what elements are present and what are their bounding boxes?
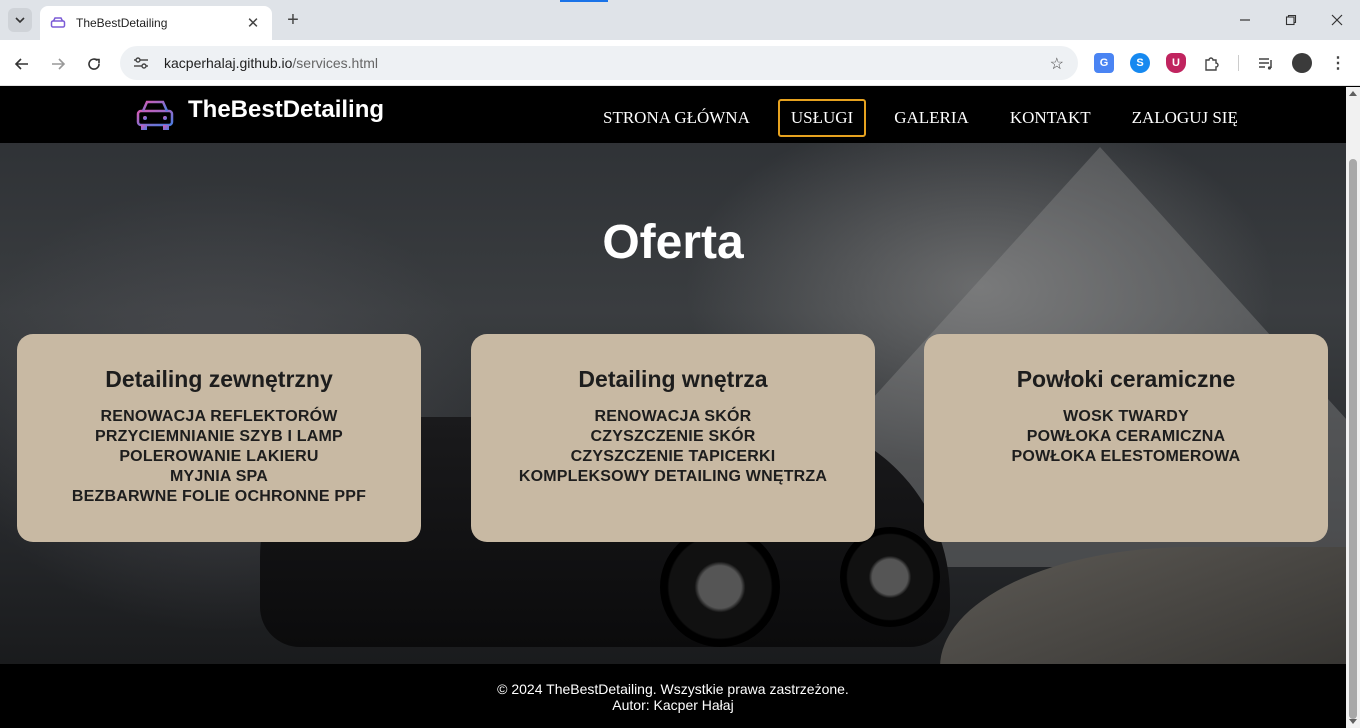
- site-header: TheBestDetailing STRONA GŁÓWNA USŁUGI GA…: [0, 87, 1346, 143]
- browser-toolbar: kacperhalaj.github.io/services.html ☆ G …: [0, 40, 1360, 86]
- service-item: POWŁOKA ELESTOMEROWA: [1011, 448, 1241, 465]
- hero-car-wheel: [840, 527, 940, 627]
- service-item: KOMPLEKSOWY DETAILING WNĘTRZA: [518, 468, 828, 485]
- scroll-down-icon[interactable]: [1349, 719, 1357, 724]
- tune-icon[interactable]: [132, 54, 150, 72]
- tab-indicator: [560, 0, 608, 2]
- nav-link-contact[interactable]: KONTAKT: [997, 99, 1104, 137]
- browser-tabstrip: TheBestDetailing ✕ +: [0, 0, 1360, 40]
- nav-link-login[interactable]: ZALOGUJ SIĘ: [1119, 99, 1251, 137]
- url-text: kacperhalaj.github.io/services.html: [164, 55, 378, 71]
- translate-icon[interactable]: G: [1094, 53, 1114, 73]
- service-item: POLEROWANIE LAKIERU: [119, 448, 319, 465]
- site-logo-text[interactable]: TheBestDetailing: [188, 96, 384, 124]
- tab-title: TheBestDetailing: [76, 16, 168, 30]
- page-viewport: TheBestDetailing STRONA GŁÓWNA USŁUGI GA…: [0, 87, 1346, 728]
- kebab-menu-icon[interactable]: ⋮: [1328, 53, 1348, 73]
- service-item: BEZBARWNE FOLIE OCHRONNE PPF: [71, 488, 367, 505]
- star-icon[interactable]: ☆: [1050, 54, 1064, 74]
- car-favicon-icon: [50, 17, 66, 28]
- chevron-down-icon[interactable]: [8, 8, 32, 32]
- car-logo-icon[interactable]: [135, 97, 175, 133]
- reload-icon[interactable]: [82, 52, 106, 76]
- arrow-left-icon[interactable]: [10, 52, 34, 76]
- card-title: Detailing zewnętrzny: [105, 366, 333, 392]
- service-list: RENOWACJA REFLEKTORÓW PRZYCIEMNIANIE SZY…: [17, 407, 421, 507]
- close-icon[interactable]: ✕: [244, 14, 262, 32]
- service-item: PRZYCIEMNIANIE SZYB I LAMP: [95, 428, 343, 445]
- service-item: RENOWACJA SKÓR: [594, 408, 752, 425]
- card-title: Powłoki ceramiczne: [1016, 366, 1236, 392]
- address-bar[interactable]: kacperhalaj.github.io/services.html ☆: [120, 46, 1078, 80]
- page-scrollbar[interactable]: [1346, 87, 1360, 728]
- main-nav: STRONA GŁÓWNA USŁUGI GALERIA KONTAKT ZAL…: [590, 99, 1266, 137]
- close-window-icon[interactable]: [1322, 8, 1352, 32]
- browser-tab[interactable]: TheBestDetailing ✕: [40, 6, 272, 40]
- scrollbar-thumb[interactable]: [1349, 159, 1357, 719]
- avatar[interactable]: [1292, 53, 1312, 73]
- arrow-right-icon[interactable]: [46, 52, 70, 76]
- service-card-ceramic: Powłoki ceramiczne WOSK TWARDY POWŁOKA C…: [924, 334, 1328, 542]
- shield-icon[interactable]: U: [1166, 53, 1186, 73]
- service-item: RENOWACJA REFLEKTORÓW: [100, 408, 338, 425]
- minimize-icon[interactable]: [1230, 8, 1260, 32]
- footer-author: Autor: Kacper Hałaj: [612, 697, 734, 713]
- media-control-icon[interactable]: [1256, 53, 1276, 73]
- card-title: Detailing wnętrza: [578, 366, 768, 392]
- restore-icon[interactable]: [1276, 8, 1306, 32]
- hero-car-wheel: [660, 527, 780, 647]
- shazam-icon[interactable]: S: [1130, 53, 1150, 73]
- service-card-interior: Detailing wnętrza RENOWACJA SKÓR CZYSZCZ…: [471, 334, 875, 542]
- page-title: Oferta: [602, 216, 744, 269]
- nav-link-gallery[interactable]: GALERIA: [881, 99, 982, 137]
- service-item: CZYSZCZENIE TAPICERKI: [570, 448, 776, 465]
- nav-link-services[interactable]: USŁUGI: [777, 99, 867, 137]
- toolbar-separator: [1238, 55, 1239, 71]
- scroll-up-icon[interactable]: [1349, 91, 1357, 96]
- site-footer: © 2024 TheBestDetailing. Wszystkie prawa…: [0, 664, 1346, 728]
- footer-copyright: © 2024 TheBestDetailing. Wszystkie prawa…: [497, 681, 849, 697]
- nav-link-home[interactable]: STRONA GŁÓWNA: [590, 99, 763, 137]
- puzzle-icon[interactable]: [1202, 53, 1222, 73]
- service-item: CZYSZCZENIE SKÓR: [590, 428, 756, 445]
- service-list: RENOWACJA SKÓR CZYSZCZENIE SKÓR CZYSZCZE…: [471, 407, 875, 487]
- service-item: WOSK TWARDY: [1063, 408, 1189, 425]
- service-item: POWŁOKA CERAMICZNA: [1026, 428, 1226, 445]
- service-card-exterior: Detailing zewnętrzny RENOWACJA REFLEKTOR…: [17, 334, 421, 542]
- service-item: MYJNIA SPA: [169, 468, 268, 485]
- plus-icon[interactable]: +: [282, 9, 304, 31]
- service-list: WOSK TWARDY POWŁOKA CERAMICZNA POWŁOKA E…: [924, 407, 1328, 467]
